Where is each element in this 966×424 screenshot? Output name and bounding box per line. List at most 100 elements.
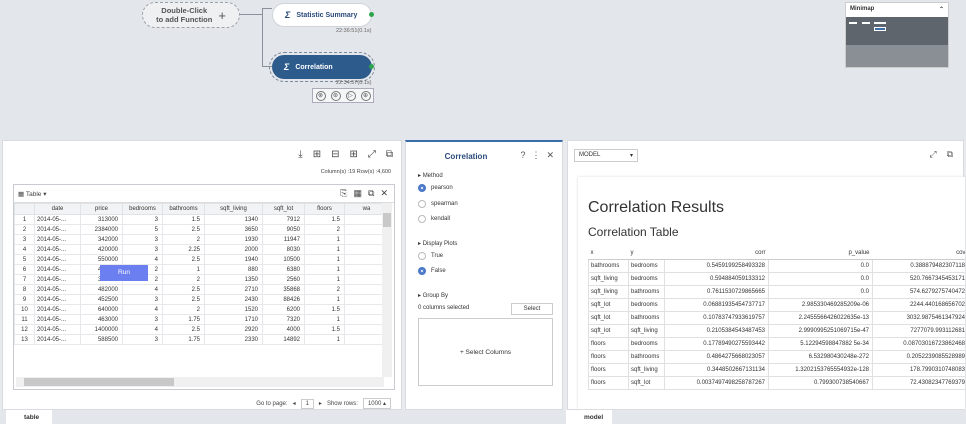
table-row[interactable]: 2 2014-05-... 2384000 5 2.5 3650 9050 2 [14,224,389,235]
table-cell[interactable]: 2 [304,224,345,235]
close-icon[interactable]: ✕ [546,150,554,161]
popout-icon[interactable]: ⧉ [386,149,393,160]
table-cell[interactable]: 1940 [204,254,263,265]
table-cell[interactable]: 1930 [204,234,263,245]
table-row[interactable]: 62014-05-...4900002188063801 [14,264,389,275]
table-cell[interactable]: 2014-05-... [34,254,81,265]
table-cell[interactable]: 7320 [262,314,305,325]
method-section[interactable]: ▸ Method [418,172,443,179]
run-icon[interactable]: ▷ [345,90,356,101]
column-header[interactable]: sqft_living [204,203,263,215]
table-cell[interactable]: 10500 [262,254,305,265]
table-row[interactable]: 3 2014-05-... 342000 3 2 1930 11947 1 [14,234,389,245]
download-icon[interactable]: ⤓ [298,149,302,160]
radio-spearman[interactable]: spearman [418,200,458,208]
table-cell[interactable]: 1.75 [162,314,205,325]
table-cell[interactable]: 1 [304,294,345,305]
model-dropdown[interactable]: MODEL ▾ [574,149,638,162]
page-input[interactable]: 1 [300,398,314,409]
table-cell[interactable]: 463000 [80,314,123,325]
workflow-canvas[interactable]: Double-Click to add Function + Σ Statist… [0,0,966,140]
table-cell[interactable]: 1350 [204,274,263,285]
grid-view-select[interactable]: ▦ Table ▾ [18,190,46,198]
layout-rows-icon[interactable]: ⊟ [331,149,339,160]
next-page-button[interactable]: ▸ [319,400,322,407]
table-cell[interactable]: 1.5 [304,324,345,335]
table-cell[interactable]: 2014-05-... [34,284,81,295]
display-plots-section[interactable]: ▸ Display Plots [418,240,457,247]
table-cell[interactable]: 6200 [262,304,305,315]
prev-page-button[interactable]: ◂ [293,400,296,407]
settings-icon[interactable]: ⊛ [330,90,341,101]
column-header[interactable]: bedrooms [122,203,163,215]
table-cell[interactable]: 2 [162,234,205,245]
table-cell[interactable]: 35868 [262,284,305,295]
table-cell[interactable]: 2014-05-... [34,324,81,335]
column-header[interactable]: floors [304,203,345,215]
radio-true[interactable]: True [418,252,443,260]
table-cell[interactable]: 2014-05-... [34,264,81,275]
statistic-summary-node[interactable]: Σ Statistic Summary [272,3,372,27]
table-cell[interactable]: 482000 [80,284,123,295]
row-number[interactable]: 3 [14,234,35,245]
table-cell[interactable]: 2 [304,284,345,295]
table-cell[interactable]: 3650 [204,224,263,235]
table-cell[interactable]: 2 [162,304,205,315]
table-cell[interactable]: 2710 [204,284,263,295]
group-by-section[interactable]: ▸ Group By [418,292,448,299]
copy-icon[interactable]: ⎘ [340,188,347,199]
chevron-up-icon[interactable]: ⌃ [939,6,944,13]
table-cell[interactable]: 3 [122,294,163,305]
column-header[interactable]: price [80,203,123,215]
row-number[interactable]: 7 [14,274,35,285]
tab-model[interactable]: model [566,410,612,424]
table-cell[interactable]: 4 [122,304,163,315]
table-row[interactable]: 9 2014-05-... 452500 3 2.5 2430 88426 1 [14,294,389,305]
table-cell[interactable]: 11947 [262,234,305,245]
layout-grid-icon[interactable]: ⊞ [349,149,357,160]
table-cell[interactable]: 1 [304,274,345,285]
table-cell[interactable]: 2014-05-... [34,214,81,225]
table-cell[interactable]: 7912 [262,214,305,225]
tab-table[interactable]: table [6,410,52,424]
help-icon[interactable]: ? [520,150,525,161]
table-cell[interactable]: 8030 [262,244,305,255]
column-header[interactable]: bathrooms [162,203,205,215]
output-port[interactable] [369,64,374,69]
table-cell[interactable]: 2560 [262,274,305,285]
table-row[interactable]: 10 2014-05-... 640000 4 2 1520 6200 1.5 [14,304,389,315]
table-cell[interactable]: 1 [304,234,345,245]
row-number[interactable]: 11 [14,314,35,325]
row-number[interactable]: 12 [14,324,35,335]
table-cell[interactable]: 2430 [204,294,263,305]
add-function-placeholder[interactable]: Double-Click to add Function + [142,2,240,28]
row-number[interactable]: 6 [14,264,35,275]
duplicate-icon[interactable]: ⧉ [368,188,374,199]
row-number[interactable]: 9 [14,294,35,305]
table-icon[interactable]: ▦ [354,188,363,199]
column-header[interactable]: sqft_lot [262,203,305,215]
table-cell[interactable]: 1 [304,334,345,345]
table-row[interactable]: 5 2014-05-... 550000 4 2.5 1940 10500 1 [14,254,389,265]
table-cell[interactable]: 1.75 [162,334,205,345]
table-cell[interactable]: 1 [304,314,345,325]
add-icon[interactable]: ⊕ [360,90,371,101]
horizontal-scrollbar[interactable] [16,377,384,387]
table-cell[interactable]: 2014-05-... [34,304,81,315]
table-cell[interactable]: 2.5 [162,324,205,335]
table-row[interactable]: 4 2014-05-... 420000 3 2.25 2000 8030 1 [14,244,389,255]
radio-kendall[interactable]: kendall [418,215,450,223]
table-cell[interactable]: 2.5 [162,284,205,295]
minimap[interactable]: Minimap ⌃ [845,2,949,68]
column-header[interactable] [14,203,35,215]
table-cell[interactable]: 1 [304,244,345,255]
close-icon[interactable]: ✕ [380,188,388,199]
table-cell[interactable]: 1 [304,254,345,265]
table-cell[interactable]: 2014-05-... [34,314,81,325]
layout-columns-icon[interactable]: ⊞ [313,149,321,160]
table-row[interactable]: 8 2014-05-... 482000 4 2.5 2710 35868 2 [14,284,389,295]
output-port[interactable] [369,12,374,17]
row-number[interactable]: 10 [14,304,35,315]
table-cell[interactable]: 2.5 [162,294,205,305]
table-cell[interactable]: 2014-05-... [34,224,81,235]
